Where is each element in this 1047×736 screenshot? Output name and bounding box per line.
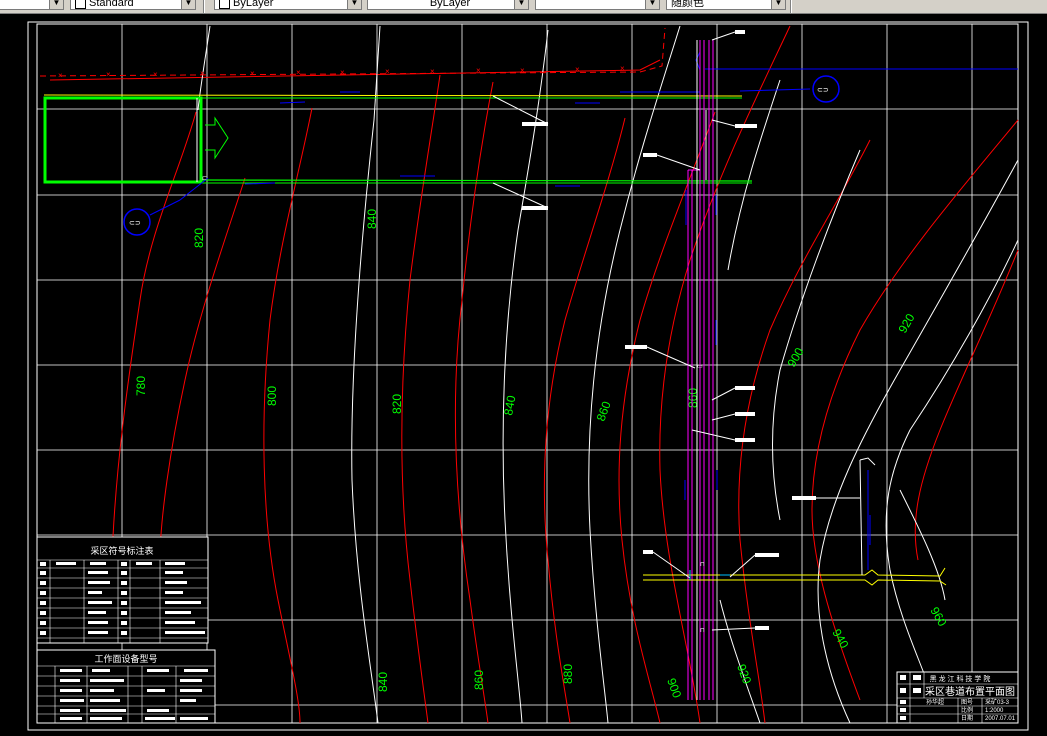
svg-text:×: × xyxy=(430,67,435,76)
svg-text:×: × xyxy=(296,68,301,77)
contour-label: 780 xyxy=(134,376,148,396)
contour-label: 800 xyxy=(265,386,279,406)
contour-label: 860 xyxy=(472,670,486,690)
title-block-date: 2007.07.01 xyxy=(985,716,1016,722)
linetype-value: ByLayer xyxy=(233,0,274,9)
svg-text:×: × xyxy=(620,64,625,73)
properties-toolbar: ▼ Standard ▼ ByLayer ▼ ByLayer ▼ ▼ 随颜色 ▼ xyxy=(0,0,1047,14)
color-dropdown[interactable]: 随颜色 ▼ xyxy=(666,0,786,10)
symbol-legend-table: 采区符号标注表 xyxy=(36,536,209,644)
svg-text:×: × xyxy=(340,68,345,77)
svg-text:⊓: ⊓ xyxy=(700,628,705,634)
chevron-down-icon: ▼ xyxy=(771,0,785,9)
svg-text:⊂⊃: ⊂⊃ xyxy=(817,87,829,94)
svg-text:▭: ▭ xyxy=(697,364,703,370)
text-style-dropdown[interactable]: ▼ xyxy=(0,0,64,10)
title-block-drawing-no: 采矿03-3 xyxy=(985,698,1010,706)
linetype-swatch-icon xyxy=(219,0,230,9)
chevron-down-icon: ▼ xyxy=(514,0,528,9)
chevron-down-icon: ▼ xyxy=(347,0,361,9)
svg-text:×: × xyxy=(520,66,525,75)
svg-text:×: × xyxy=(476,66,481,75)
title-block-no-label: 图号 xyxy=(961,699,973,706)
equipment-table: 工作面设备型号 xyxy=(36,649,216,724)
svg-text:×: × xyxy=(575,65,580,74)
title-block-company: 黑 龙 江 科 技 学 院 xyxy=(930,674,991,683)
contour-label: 880 xyxy=(561,664,575,684)
contour-label: 840 xyxy=(365,209,379,229)
svg-text:×: × xyxy=(200,69,205,78)
svg-text:×: × xyxy=(385,67,390,76)
style-icon xyxy=(75,0,86,9)
contour-label: 820 xyxy=(390,394,404,414)
contour-label: 820 xyxy=(192,228,206,248)
title-block-scale: 1:2000 xyxy=(985,708,1004,714)
color-value: 随颜色 xyxy=(671,0,704,9)
svg-text:⊂⊃: ⊂⊃ xyxy=(129,220,141,227)
title-block-date-label: 日期 xyxy=(961,714,973,722)
equipment-table-title: 工作面设备型号 xyxy=(94,653,157,664)
dimension-style-dropdown[interactable]: Standard ▼ xyxy=(70,0,196,10)
toolbar-separator xyxy=(790,0,792,13)
linetype-dropdown[interactable]: ByLayer ▼ xyxy=(214,0,362,10)
svg-text:⊓: ⊓ xyxy=(700,562,705,568)
symbol-table-title: 采区符号标注表 xyxy=(90,545,153,556)
toolbar-separator xyxy=(203,0,205,13)
title-block-designer: 孙华超 xyxy=(926,698,944,706)
contour-label: 840 xyxy=(376,672,390,692)
svg-text:×: × xyxy=(250,69,255,78)
lineweight-dropdown[interactable]: ByLayer ▼ xyxy=(367,0,529,10)
text-style-value: Standard xyxy=(89,0,134,9)
chevron-down-icon: ▼ xyxy=(181,0,195,9)
svg-text:×: × xyxy=(106,70,111,79)
svg-text:×: × xyxy=(58,71,63,80)
svg-text:⊏: ⊏ xyxy=(202,176,207,182)
chevron-down-icon: ▼ xyxy=(49,0,63,9)
title-block-drawing-title: 采区巷道布置平面图 xyxy=(925,685,1015,698)
svg-text:×: × xyxy=(153,70,158,79)
chevron-down-icon: ▼ xyxy=(645,0,659,9)
title-block-scale-label: 比例 xyxy=(961,706,973,714)
lineweight-value: ByLayer xyxy=(429,0,471,9)
drawing-canvas[interactable]: 820 840 780 800 820 840 860 860 900 920 … xyxy=(0,14,1047,736)
title-block: 黑 龙 江 科 技 学 院 采区巷道布置平面图 孙华超 图号 采矿03-3 比例… xyxy=(896,671,1019,724)
plot-style-dropdown[interactable]: ▼ xyxy=(535,0,660,10)
